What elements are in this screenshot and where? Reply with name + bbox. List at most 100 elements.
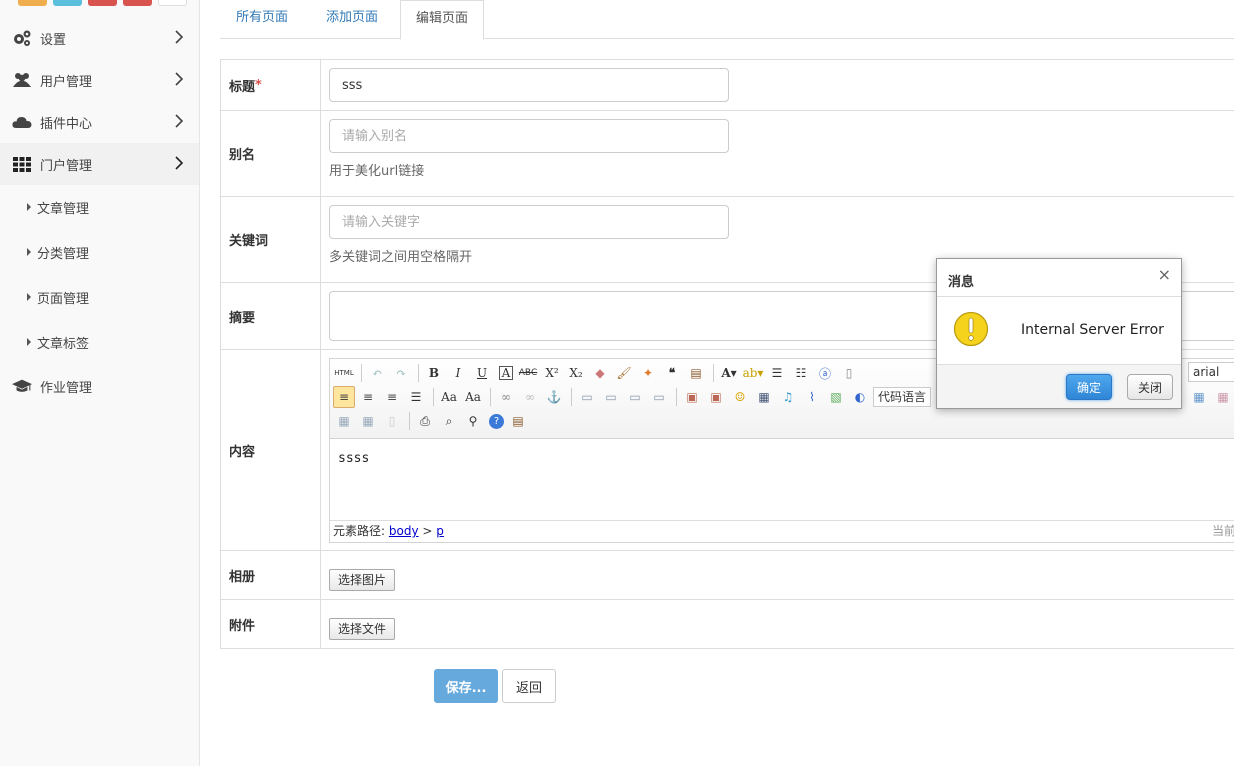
italic-icon[interactable]: I — [447, 362, 469, 384]
tab-all-pages[interactable]: 所有页面 — [221, 0, 303, 39]
sidebar-item-label: 门户管理 — [40, 158, 93, 174]
undo-icon[interactable]: ↶ — [366, 362, 388, 384]
sidebar-item-portal[interactable]: 门户管理 — [0, 143, 199, 185]
sidebar-item-plugins[interactable]: 插件中心 — [0, 101, 199, 143]
toolbar-separator — [490, 388, 491, 406]
font-color-icon[interactable]: A▾ — [718, 362, 740, 384]
shortcut-button-2[interactable] — [53, 0, 82, 6]
close-icon[interactable]: × — [1158, 265, 1171, 284]
table-merge-icon[interactable]: ▦ — [1212, 386, 1234, 408]
insert-image-icon[interactable]: ▣ — [681, 386, 703, 408]
preview-icon[interactable]: ⌕ — [438, 410, 460, 432]
keywords-input[interactable] — [329, 205, 729, 239]
search-replace-icon[interactable]: ⚲ — [462, 410, 484, 432]
bold-icon[interactable]: B — [423, 362, 445, 384]
map-icon[interactable]: ▧ — [825, 386, 847, 408]
sidebar-item-settings[interactable]: 设置 — [0, 17, 199, 59]
ordered-list-icon[interactable]: ☰ — [766, 362, 788, 384]
page-break-icon[interactable]: ▯ — [381, 410, 403, 432]
image-right-icon[interactable]: ▭ — [624, 386, 646, 408]
sidebar-item-users[interactable]: 用户管理 — [0, 59, 199, 101]
sidebar-subitem-tags[interactable]: 文章标签 — [0, 320, 199, 365]
sidebar-shortcuts — [18, 0, 187, 6]
image-none-icon[interactable]: ▭ — [576, 386, 598, 408]
shortcut-button-4[interactable] — [123, 0, 152, 6]
tab-edit-page[interactable]: 编辑页面 — [400, 0, 485, 40]
image-center-icon[interactable]: ▭ — [648, 386, 670, 408]
subscript-icon[interactable]: X₂ — [565, 362, 587, 384]
blockquote-icon[interactable]: ❝ — [661, 362, 683, 384]
dialog-footer: 确定 关闭 — [937, 364, 1181, 408]
select-file-button[interactable]: 选择文件 — [329, 618, 396, 640]
form-row-album: 相册 选择图片 — [220, 551, 1234, 600]
back-button[interactable]: 返回 — [502, 669, 556, 703]
dialog-close-button[interactable]: 关闭 — [1127, 374, 1173, 400]
autotypeset-icon[interactable]: ✦ — [637, 362, 659, 384]
align-right-icon[interactable]: ≡ — [381, 386, 403, 408]
toolbar-separator — [571, 388, 572, 406]
insert-table-icon[interactable]: ▦ — [333, 410, 355, 432]
shortcut-button-3[interactable] — [88, 0, 117, 6]
delete-table-icon[interactable]: ▦ — [357, 410, 379, 432]
anchor-icon[interactable]: ⚓ — [543, 386, 565, 408]
gmap-icon[interactable]: ◐ — [849, 386, 871, 408]
page-tabs: 所有页面 添加页面 编辑页面 — [220, 0, 1234, 40]
save-button[interactable]: 保存... — [434, 669, 498, 703]
path-p-link[interactable]: p — [436, 524, 444, 538]
tab-add-page[interactable]: 添加页面 — [311, 0, 393, 39]
dialog-body: Internal Server Error — [937, 297, 1181, 365]
highlight-color-icon[interactable]: ab▾ — [742, 362, 764, 384]
help-icon[interactable]: ? — [489, 413, 504, 429]
form-row-alias: 别名 用于美化url链接 — [220, 111, 1234, 197]
unlink-icon[interactable]: ∞ — [519, 386, 541, 408]
dialog-ok-button[interactable]: 确定 — [1066, 374, 1112, 400]
align-left-icon[interactable]: ≡ — [333, 386, 355, 408]
message-dialog: 消息 × Internal Server Error 确定 关闭 — [936, 258, 1182, 409]
emotion-icon[interactable]: ☺ — [729, 386, 751, 408]
toolbar-separator — [418, 364, 419, 382]
align-center-icon[interactable]: ≡ — [357, 386, 379, 408]
font-border-icon[interactable]: A — [499, 366, 513, 380]
text-direction-ltr-icon[interactable]: Aa — [438, 386, 460, 408]
select-image-button[interactable]: 选择图片 — [329, 569, 396, 591]
multi-image-icon[interactable]: ▣ — [705, 386, 727, 408]
sidebar-subitem-categories[interactable]: 分类管理 — [0, 230, 199, 275]
eraser-icon[interactable]: ◆ — [589, 362, 611, 384]
table-icon[interactable]: ▦ — [1188, 386, 1210, 408]
superscript-icon[interactable]: X² — [541, 362, 563, 384]
print-icon[interactable]: ⎙ — [414, 410, 436, 432]
image-left-icon[interactable]: ▭ — [600, 386, 622, 408]
sidebar-subitem-pages[interactable]: 页面管理 — [0, 275, 199, 320]
shortcut-button-1[interactable] — [18, 0, 47, 6]
code-language-select[interactable]: 代码语言 — [873, 387, 932, 407]
drafts-icon[interactable]: ▤ — [507, 410, 529, 432]
html-source-icon[interactable]: HTML — [333, 362, 355, 384]
format-brush-icon[interactable]: 🖌 — [613, 362, 635, 384]
paste-plain-icon[interactable]: ▤ — [685, 362, 707, 384]
music-icon[interactable]: ♫ — [777, 386, 799, 408]
shortcut-button-5[interactable] — [158, 0, 187, 6]
editor-content[interactable]: ssss — [330, 439, 1234, 521]
path-body-link[interactable]: body — [389, 524, 419, 538]
title-input[interactable] — [329, 68, 729, 102]
strikethrough-icon[interactable]: ABC — [517, 362, 539, 384]
link-icon[interactable]: ∞ — [495, 386, 517, 408]
font-family-select[interactable]: arial — [1188, 362, 1234, 382]
form-row-attachment: 附件 选择文件 — [220, 600, 1234, 649]
unordered-list-icon[interactable]: ☷ — [790, 362, 812, 384]
align-justify-icon[interactable]: ☰ — [405, 386, 427, 408]
sidebar-subitem-label: 文章管理 — [37, 202, 90, 217]
clear-doc-icon[interactable]: ▯ — [838, 362, 860, 384]
select-all-icon[interactable]: ⓐ — [814, 362, 836, 384]
text-direction-rtl-icon[interactable]: Aa — [462, 386, 484, 408]
sidebar-subitem-articles[interactable]: 文章管理 — [0, 185, 199, 230]
redo-icon[interactable]: ↷ — [390, 362, 412, 384]
sidebar-subitem-label: 文章标签 — [37, 337, 90, 352]
title-label: 标题 — [229, 79, 256, 95]
underline-icon[interactable]: U — [471, 362, 493, 384]
sidebar-item-homework[interactable]: 作业管理 — [0, 365, 199, 407]
attachment-icon[interactable]: ⌇ — [801, 386, 823, 408]
dialog-message: Internal Server Error — [1021, 322, 1164, 338]
insert-video-icon[interactable]: ▦ — [753, 386, 775, 408]
alias-input[interactable] — [329, 119, 729, 153]
